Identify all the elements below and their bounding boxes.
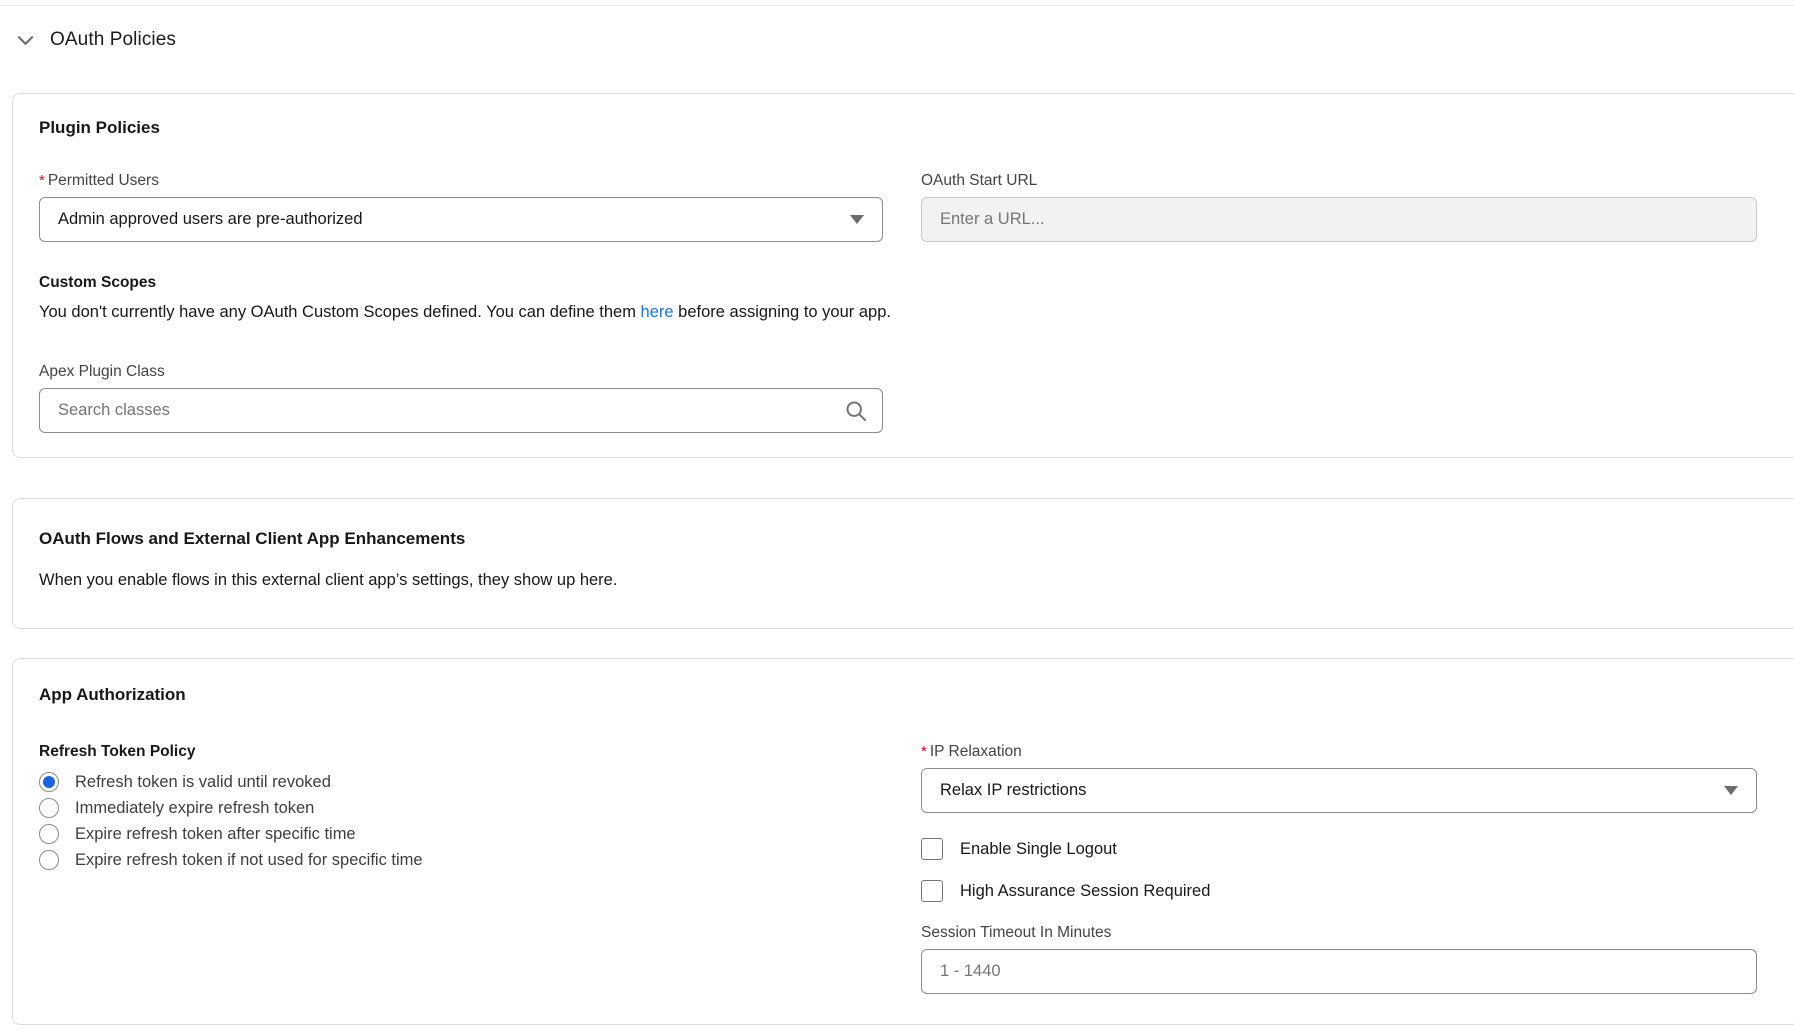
oauth-policies-section-header[interactable]: OAuth Policies — [0, 6, 1794, 51]
oauth-start-url-input — [921, 197, 1757, 242]
session-timeout-input[interactable] — [921, 949, 1757, 994]
chevron-down-icon — [16, 31, 35, 50]
radio-option-label: Refresh token is valid until revoked — [75, 773, 331, 792]
radio-refresh-token-valid-until-revoked[interactable]: Refresh token is valid until revoked — [39, 769, 883, 795]
oauth-flows-card: OAuth Flows and External Client App Enha… — [12, 498, 1794, 629]
checkbox-high-assurance-session[interactable]: High Assurance Session Required — [921, 880, 1757, 902]
session-timeout-label: Session Timeout In Minutes — [921, 924, 1757, 942]
custom-scopes-text: You don't currently have any OAuth Custo… — [39, 301, 1757, 323]
dropdown-arrow-icon — [1724, 786, 1738, 795]
radio-option-label: Immediately expire refresh token — [75, 799, 314, 818]
checkbox-label: High Assurance Session Required — [960, 882, 1210, 901]
plugin-policies-card: Plugin Policies *Permitted Users Admin a… — [12, 93, 1794, 458]
apex-plugin-class-field: Apex Plugin Class — [39, 363, 883, 433]
permitted-users-select[interactable]: Admin approved users are pre-authorized — [39, 197, 883, 242]
oauth-flows-description: When you enable flows in this external c… — [39, 569, 1757, 591]
app-authorization-card: App Authorization Refresh Token Policy R… — [12, 658, 1794, 1025]
required-asterisk: * — [921, 743, 927, 760]
ip-relaxation-value: Relax IP restrictions — [940, 781, 1724, 800]
ip-relaxation-select[interactable]: Relax IP restrictions — [921, 768, 1757, 813]
checkbox-icon — [921, 880, 943, 902]
oauth-flows-title: OAuth Flows and External Client App Enha… — [39, 529, 1757, 549]
dropdown-arrow-icon — [850, 215, 864, 224]
required-asterisk: * — [39, 172, 45, 189]
permitted-users-value: Admin approved users are pre-authorized — [58, 210, 850, 229]
radio-immediately-expire-refresh-token[interactable]: Immediately expire refresh token — [39, 795, 883, 821]
checkbox-icon — [921, 838, 943, 860]
radio-button-icon — [39, 798, 59, 818]
radio-expire-refresh-token-if-not-used[interactable]: Expire refresh token if not used for spe… — [39, 847, 883, 873]
apex-plugin-class-label: Apex Plugin Class — [39, 363, 883, 381]
define-scopes-here-link[interactable]: here — [641, 303, 674, 321]
radio-expire-refresh-token-after-time[interactable]: Expire refresh token after specific time — [39, 821, 883, 847]
oauth-start-url-field: OAuth Start URL — [921, 172, 1757, 242]
radio-button-icon — [39, 824, 59, 844]
radio-option-label: Expire refresh token after specific time — [75, 825, 356, 844]
radio-button-icon — [39, 772, 59, 792]
ip-relaxation-label: *IP Relaxation — [921, 743, 1757, 761]
custom-scopes-title: Custom Scopes — [39, 274, 1757, 292]
oauth-start-url-label: OAuth Start URL — [921, 172, 1757, 190]
app-authorization-right-column: *IP Relaxation Relax IP restrictions Ena… — [921, 743, 1757, 994]
permitted-users-field: *Permitted Users Admin approved users ar… — [39, 172, 883, 242]
section-title: OAuth Policies — [50, 29, 176, 51]
radio-button-icon — [39, 850, 59, 870]
app-authorization-title: App Authorization — [39, 685, 1757, 705]
apex-class-search-input[interactable] — [39, 388, 883, 433]
refresh-token-policy-label: Refresh Token Policy — [39, 743, 883, 761]
plugin-policies-title: Plugin Policies — [39, 118, 1757, 138]
refresh-token-policy-group: Refresh Token Policy Refresh token is va… — [39, 743, 883, 994]
search-icon — [845, 400, 867, 422]
checkbox-label: Enable Single Logout — [960, 840, 1117, 859]
radio-option-label: Expire refresh token if not used for spe… — [75, 851, 423, 870]
checkbox-enable-single-logout[interactable]: Enable Single Logout — [921, 838, 1757, 860]
permitted-users-label: *Permitted Users — [39, 172, 883, 190]
